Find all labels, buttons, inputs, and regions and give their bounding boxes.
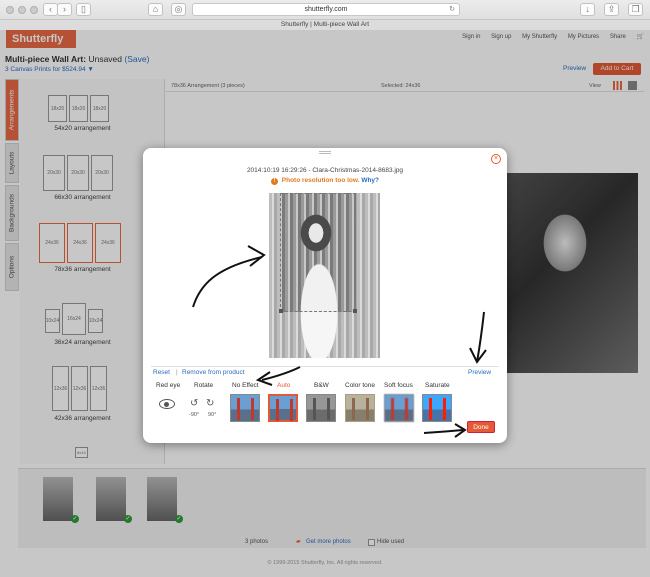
downloads-icon[interactable]: ↓ xyxy=(580,3,595,16)
back-icon[interactable]: ‹ xyxy=(43,3,58,16)
sidebar-icon[interactable]: ▯ xyxy=(76,3,91,16)
red-eye-label: Red eye xyxy=(156,382,181,389)
zoom-window-button[interactable] xyxy=(30,6,38,14)
forward-icon[interactable]: › xyxy=(57,3,72,16)
effect-saturate[interactable] xyxy=(422,394,452,422)
effect-soft-focus[interactable] xyxy=(384,394,414,422)
close-window-button[interactable] xyxy=(6,6,14,14)
rotate-right-icon[interactable]: ↻ xyxy=(206,398,214,409)
crop-handle[interactable] xyxy=(279,309,283,313)
edit-toolbar: Reset | Remove from product Preview xyxy=(151,366,499,377)
tabs-icon[interactable]: ❐ xyxy=(628,3,643,16)
warning-text: Photo resolution too low. xyxy=(281,177,360,184)
reset-link[interactable]: Reset xyxy=(153,369,170,376)
crop-shade xyxy=(280,312,356,358)
red-eye-icon[interactable] xyxy=(159,399,175,409)
reader-icon[interactable]: ⌂ xyxy=(148,3,163,16)
reload-icon[interactable]: ↻ xyxy=(449,4,455,16)
color-tone-label: Color tone xyxy=(345,382,375,389)
effect-auto[interactable] xyxy=(268,394,298,422)
saturate-label: Saturate xyxy=(425,382,450,389)
effect-no-effect[interactable] xyxy=(230,394,260,422)
photo-edit-dialog: × 2014:10:19 16:29:26 - Clara-Christmas-… xyxy=(143,148,507,443)
rotate-left-label: -90° xyxy=(189,412,200,418)
tool-labels: Red eye Rotate No Effect Auto B&W Color … xyxy=(143,382,507,392)
modal-preview-link[interactable]: Preview xyxy=(468,369,491,376)
crop-shade xyxy=(356,193,380,358)
bw-label: B&W xyxy=(314,382,329,389)
warning-icon: ! xyxy=(270,178,278,185)
effect-bw[interactable] xyxy=(306,394,336,422)
extensions-icon[interactable]: ◎ xyxy=(171,3,186,16)
separator: | xyxy=(176,369,178,376)
rotate-left-icon[interactable]: ↺ xyxy=(190,398,198,409)
drag-handle[interactable] xyxy=(319,151,331,154)
browser-toolbar: ‹ › ▯ ⌂ ◎ shutterfly.com ↻ ↓ ⇪ ❐ Shutter… xyxy=(0,0,650,30)
url-text: shutterfly.com xyxy=(304,6,348,13)
crop-box[interactable] xyxy=(279,193,357,313)
effect-color-tone[interactable] xyxy=(345,394,375,422)
tab-title[interactable]: Shutterfly | Multi-piece Wall Art xyxy=(0,19,650,30)
why-link[interactable]: Why? xyxy=(361,177,379,184)
crop-handle[interactable] xyxy=(353,309,357,313)
share-icon[interactable]: ⇪ xyxy=(604,3,619,16)
no-effect-label: No Effect xyxy=(232,382,259,389)
photo-filename: 2014:10:19 16:29:26 - Clara-Christmas-20… xyxy=(246,167,404,174)
rotate-label: Rotate xyxy=(194,382,214,389)
soft-focus-label: Soft focus xyxy=(384,382,413,389)
address-bar[interactable]: shutterfly.com ↻ xyxy=(192,3,460,16)
crop-shade xyxy=(269,193,280,358)
rotate-right-label: 90° xyxy=(208,412,217,418)
close-icon[interactable]: × xyxy=(491,154,501,164)
minimize-window-button[interactable] xyxy=(18,6,26,14)
done-button[interactable]: Done xyxy=(467,421,495,433)
auto-label: Auto xyxy=(277,382,291,389)
resolution-warning: ! Photo resolution too low. Why? xyxy=(143,177,507,185)
remove-from-product-link[interactable]: Remove from product xyxy=(182,369,245,376)
